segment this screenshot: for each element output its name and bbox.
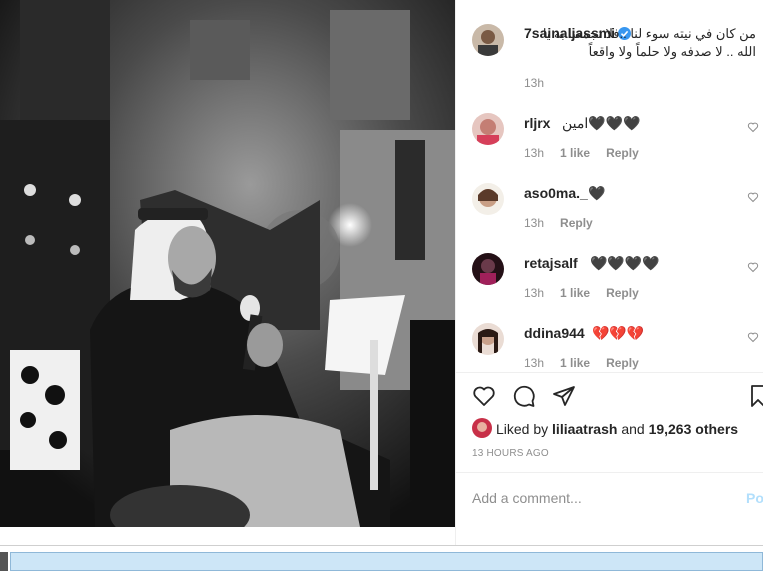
taskbar	[0, 545, 763, 571]
comment-username[interactable]: aso0ma._	[524, 185, 588, 201]
likes-summary: Liked by liliaatrash and 19,263 others	[496, 421, 738, 437]
likes-and: and	[621, 421, 645, 437]
heart-icon[interactable]	[472, 384, 496, 408]
likes-others[interactable]: 19,263 others	[649, 421, 739, 437]
comment-meta: 13h 1 like Reply	[524, 286, 655, 300]
comment-avatar[interactable]	[472, 323, 504, 355]
comment-meta: 13h Reply	[524, 216, 609, 230]
comment-time[interactable]: 13h	[524, 356, 544, 370]
reply-button[interactable]: Reply	[560, 216, 593, 230]
likes-prefix: Liked by	[496, 421, 549, 437]
bookmark-icon[interactable]	[750, 384, 763, 408]
liker-username[interactable]: liliaatrash	[552, 421, 617, 437]
post-sidebar: 7sainaljassmi من كان في نيته سوء لنا ..ف…	[455, 0, 763, 545]
comment-likes[interactable]: 1 like	[560, 146, 590, 160]
comment-avatar[interactable]	[472, 113, 504, 145]
comment-time[interactable]: 13h	[524, 216, 544, 230]
caption-time[interactable]: 13h	[524, 76, 544, 90]
comment-time[interactable]: 13h	[524, 286, 544, 300]
instagram-post: 7sainaljassmi من كان في نيته سوء لنا ..ف…	[0, 0, 763, 545]
comment-icon[interactable]	[512, 384, 536, 408]
comment-text: 💔💔💔	[592, 325, 645, 341]
comment-text: امين🖤🖤🖤	[562, 115, 641, 131]
add-comment-input[interactable]: Add a comment...	[472, 490, 582, 506]
comment-time[interactable]: 13h	[524, 146, 544, 160]
heart-icon[interactable]	[747, 191, 759, 203]
post-comment-button[interactable]: Post	[746, 490, 763, 506]
comment-likes[interactable]: 1 like	[560, 286, 590, 300]
liker-avatar[interactable]	[472, 418, 492, 438]
taskbar-strip	[10, 552, 763, 571]
comment-text: 🖤	[588, 185, 606, 201]
comment-likes[interactable]: 1 like	[560, 356, 590, 370]
comment-username[interactable]: retajsalf	[524, 255, 578, 271]
taskbar-edge	[0, 552, 8, 571]
heart-icon[interactable]	[747, 121, 759, 133]
post-timestamp[interactable]: 13 HOURS AGO	[472, 448, 549, 459]
divider	[456, 472, 763, 473]
comment-avatar[interactable]	[472, 253, 504, 285]
share-icon[interactable]	[552, 384, 576, 408]
heart-icon[interactable]	[747, 331, 759, 343]
comment-text: 🖤🖤🖤🖤	[590, 255, 660, 271]
comment-avatar[interactable]	[472, 183, 504, 215]
post-photo-image	[0, 0, 455, 527]
reply-button[interactable]: Reply	[606, 286, 639, 300]
heart-icon[interactable]	[747, 261, 759, 273]
comment-username[interactable]: rljrx	[524, 115, 550, 131]
reply-button[interactable]: Reply	[606, 146, 639, 160]
post-photo[interactable]	[0, 0, 455, 527]
post-caption: من كان في نيته سوء لنا ..فلا تجمعنا به ي…	[542, 26, 756, 59]
comment-meta: 13h 1 like Reply	[524, 356, 655, 370]
comment-meta: 13h 1 like Reply	[524, 146, 655, 160]
author-avatar[interactable]	[472, 24, 504, 56]
comment-username[interactable]: ddina944	[524, 325, 585, 341]
divider	[456, 372, 763, 373]
reply-button[interactable]: Reply	[606, 356, 639, 370]
